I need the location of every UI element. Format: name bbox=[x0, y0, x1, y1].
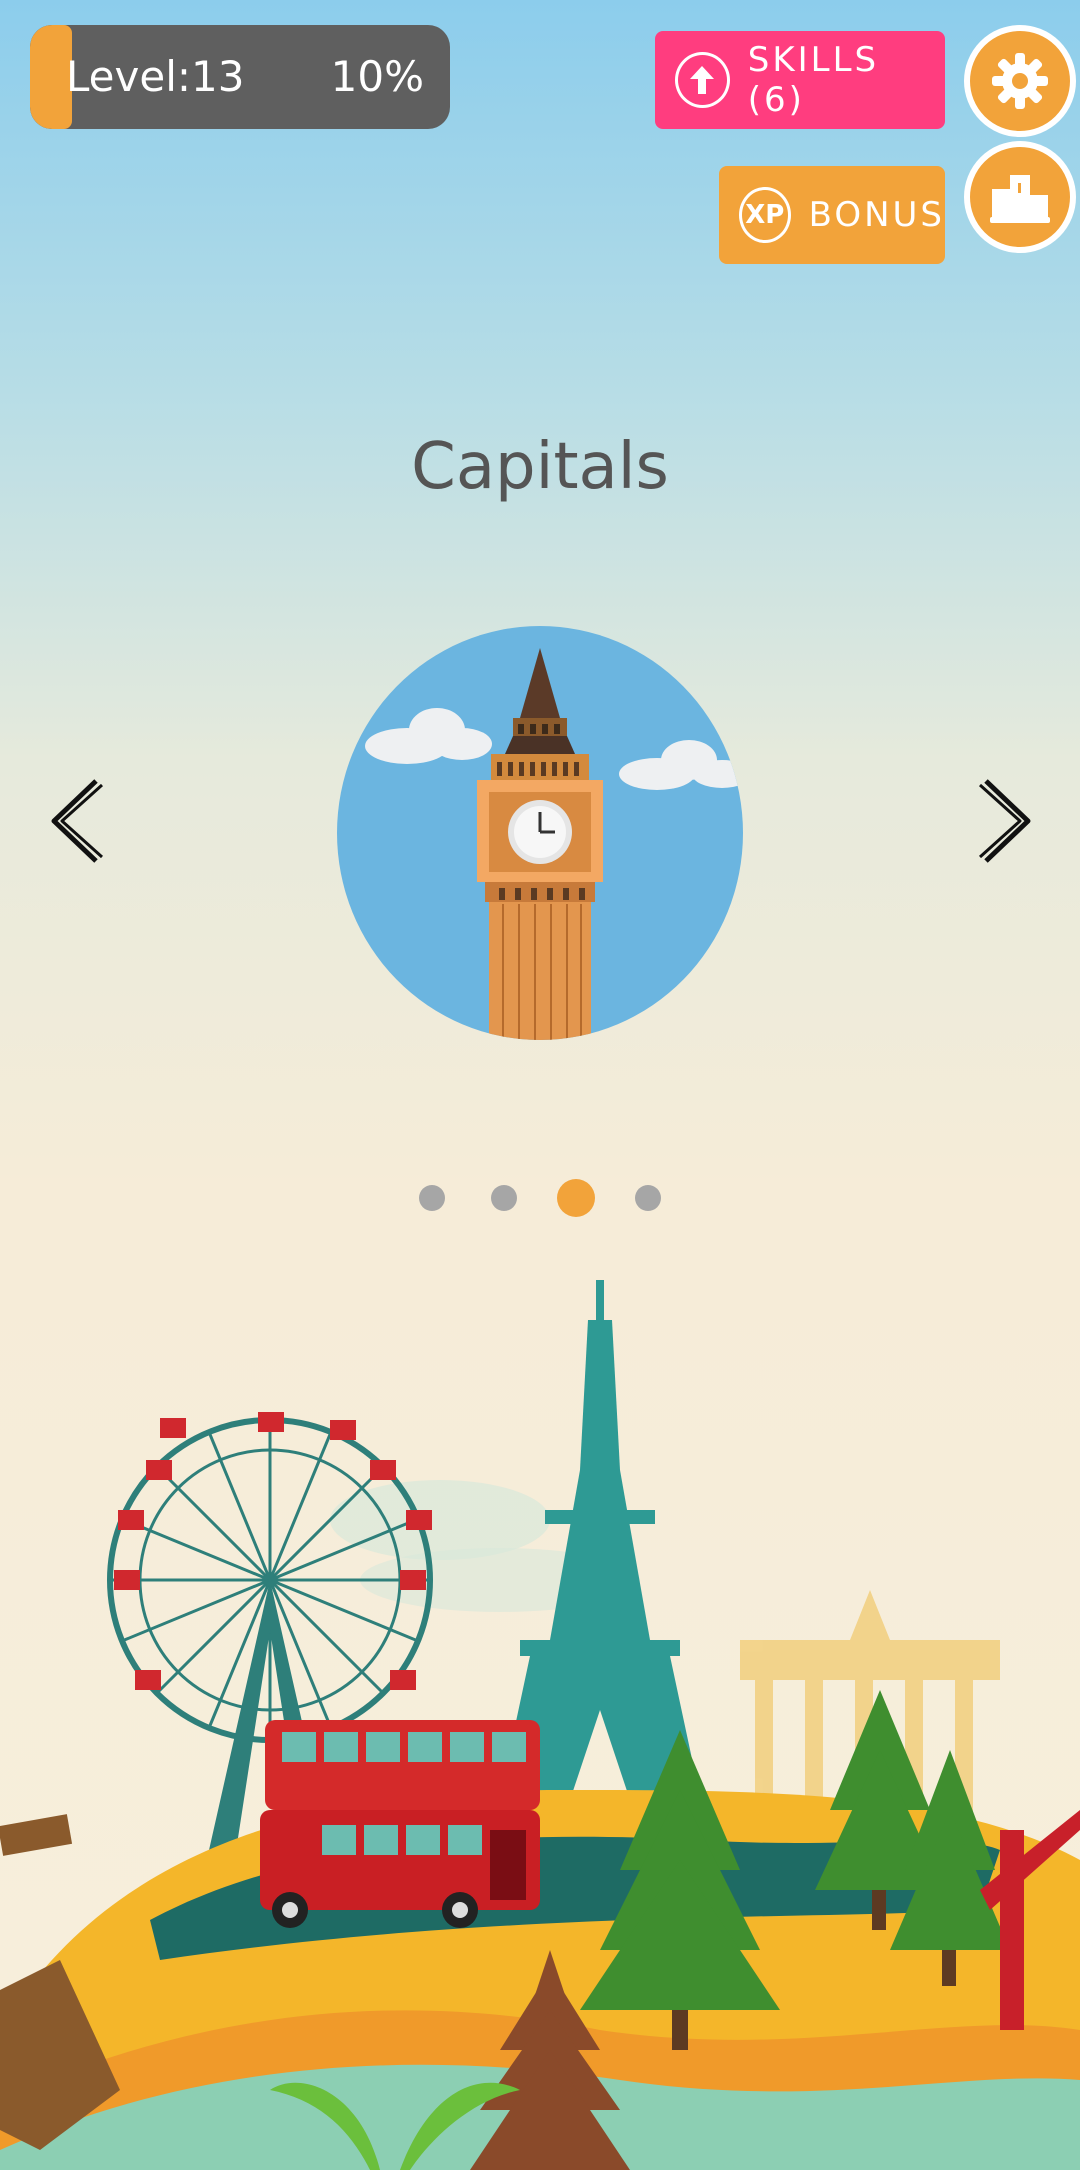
category-title: Capitals bbox=[411, 430, 669, 504]
page-dot[interactable] bbox=[557, 1179, 595, 1217]
level-progress-bar: Level:13 10% bbox=[30, 25, 450, 129]
category-illustration[interactable] bbox=[337, 626, 743, 1040]
chevron-left-icon[interactable] bbox=[46, 775, 106, 867]
skills-label: SKILLS (6) bbox=[747, 40, 880, 120]
arrow-up-circle-icon bbox=[675, 52, 730, 108]
gear-icon bbox=[992, 53, 1048, 109]
bonus-button[interactable]: XP BONUS bbox=[719, 166, 945, 264]
landmarks-scene bbox=[0, 1280, 1080, 2170]
leaderboard-button[interactable] bbox=[964, 141, 1076, 253]
page-dot[interactable] bbox=[419, 1185, 445, 1211]
page-dot[interactable] bbox=[491, 1185, 517, 1211]
settings-button[interactable] bbox=[964, 25, 1076, 137]
chevron-right-icon[interactable] bbox=[976, 775, 1036, 867]
skills-button[interactable]: SKILLS (6) bbox=[655, 31, 945, 129]
podium-icon bbox=[990, 175, 1050, 223]
level-percent: 10% bbox=[330, 52, 424, 101]
bonus-label: BONUS bbox=[808, 195, 945, 235]
level-label: Level:13 bbox=[66, 52, 245, 101]
page-dot[interactable] bbox=[635, 1185, 661, 1211]
xp-icon: XP bbox=[739, 187, 791, 243]
page-indicator bbox=[0, 1178, 1080, 1218]
